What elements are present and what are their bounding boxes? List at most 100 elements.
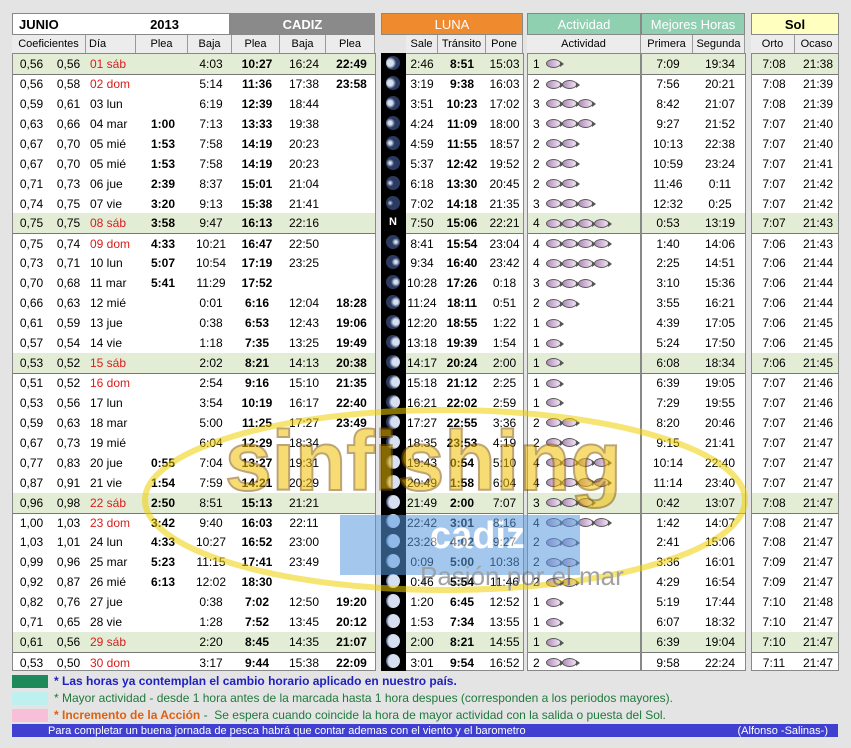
fish-icon xyxy=(546,218,564,228)
fish-icon xyxy=(594,258,612,268)
col-plea: Plea xyxy=(136,35,188,53)
tide-cell: 13:25 xyxy=(288,336,320,351)
activity-level: 3 xyxy=(533,116,540,131)
moon-time-cell: 12:42 xyxy=(446,156,478,171)
tide-cell xyxy=(137,293,189,313)
activity-row: 4 xyxy=(528,473,640,493)
tide-cell: 19:06 xyxy=(336,316,367,331)
tide-cell: 10 lun xyxy=(90,256,123,271)
moon-phase-icon xyxy=(386,614,400,629)
legend-line-2: * Mayor actividad - desde 1 hora antes d… xyxy=(12,690,838,706)
tide-cell: 1,01 xyxy=(56,535,81,550)
sun-time-row: 7:07 21:41 xyxy=(752,154,838,174)
activity-level: 2 xyxy=(533,296,540,311)
activity-level: 1 xyxy=(533,615,540,630)
sun-time-cell: 21:46 xyxy=(802,395,834,410)
tide-cell xyxy=(327,572,376,592)
tide-cell: 9:16 xyxy=(244,376,270,391)
best-hour-cell: 6:07 xyxy=(656,615,680,630)
tide-cell: 11:36 xyxy=(241,77,273,92)
fish-icons xyxy=(546,398,564,408)
moon-time-cell: 10:38 xyxy=(489,555,520,570)
fish-icons xyxy=(546,79,580,89)
fish-icon xyxy=(562,199,580,208)
tide-cell: 6:19 xyxy=(199,96,223,111)
tide-cell: 0,54 xyxy=(56,336,81,351)
tide-cell: 27 jue xyxy=(90,595,123,610)
activity-level: 1 xyxy=(533,336,540,351)
moon-time-row: 11:24 18:11 0:51 xyxy=(406,293,523,313)
best-hour-cell: 3:55 xyxy=(656,296,680,311)
best-hour-cell: 5:24 xyxy=(656,336,680,351)
moon-time-cell: 0:18 xyxy=(492,276,517,291)
fish-icon xyxy=(546,438,564,448)
fish-icons xyxy=(546,378,564,388)
best-hour-cell: 18:34 xyxy=(704,355,736,370)
tide-cell: 5:00 xyxy=(199,415,223,430)
sun-time-cell: 21:40 xyxy=(802,136,834,151)
luna-header: LUNA xyxy=(381,13,523,35)
fish-icon xyxy=(578,278,596,288)
moon-time-cell: 23:28 xyxy=(406,535,438,550)
moon-time-cell: 15:03 xyxy=(489,56,520,71)
moon-time-row: 16:21 22:02 2:59 xyxy=(406,393,523,413)
moon-phase-icon xyxy=(386,594,400,609)
tide-cell: 05 mié xyxy=(90,136,127,151)
tide-cell: 6:04 xyxy=(199,435,223,450)
sun-time-cell: 7:08 xyxy=(762,495,786,510)
fish-icon xyxy=(546,199,564,208)
best-hour-row: 0:42 13:07 xyxy=(642,492,745,513)
tide-cell: 3:20 xyxy=(150,196,176,211)
sun-time-cell: 21:45 xyxy=(802,336,834,351)
sun-time-cell: 7:07 xyxy=(762,156,786,171)
moon-time-cell: 1:58 xyxy=(449,475,475,490)
tide-cell: 0,70 xyxy=(56,136,81,151)
fish-icons xyxy=(546,159,580,169)
activity-row: 2 xyxy=(528,134,640,154)
tide-row: 0,66 0,63 12 mié 0:01 6:16 12:04 18:28 xyxy=(13,293,375,313)
sun-time-cell: 21:41 xyxy=(802,156,834,171)
best-hour-cell: 7:56 xyxy=(656,77,680,92)
tide-cell: 8:21 xyxy=(244,355,270,370)
tide-cell: 22:09 xyxy=(336,655,367,670)
fish-icon xyxy=(562,239,580,249)
moon-time-cell: 19:52 xyxy=(489,156,520,171)
tide-cell: 7:02 xyxy=(244,595,270,610)
tide-cell: 0,83 xyxy=(56,455,81,470)
tide-cell: 4:33 xyxy=(150,236,176,251)
sun-time-cell: 7:09 xyxy=(762,555,786,570)
tide-cell: 19 mié xyxy=(90,435,127,450)
best-hour-cell: 23:40 xyxy=(704,475,736,490)
tide-cell: 22:16 xyxy=(288,216,320,231)
fish-icons xyxy=(546,298,580,308)
best-hour-cell: 21:41 xyxy=(704,435,736,450)
fish-icons xyxy=(546,59,564,69)
tide-cell: 03 lun xyxy=(90,96,123,111)
tide-cell: 17:27 xyxy=(288,415,320,430)
tide-cell: 13:27 xyxy=(241,455,273,470)
tide-cell: 21:04 xyxy=(288,176,320,191)
tide-cell: 30 dom xyxy=(90,655,131,670)
sun-time-row: 7:06 21:44 xyxy=(752,273,838,293)
fish-icons xyxy=(546,99,596,109)
tide-row: 0,51 0,52 16 dom 2:54 9:16 15:10 21:35 xyxy=(13,372,375,393)
best-hour-cell: 13:07 xyxy=(704,495,736,510)
tide-cell xyxy=(327,532,376,552)
activity-row: 2 xyxy=(528,413,640,433)
best-hour-cell: 5:19 xyxy=(656,595,680,610)
moon-time-row: 7:02 14:18 21:35 xyxy=(406,194,523,214)
fish-icon xyxy=(546,179,564,189)
tide-cell: 0,56 xyxy=(56,635,81,650)
moon-time-row: 9:34 16:40 23:42 xyxy=(406,253,523,273)
sun-time-cell: 21:47 xyxy=(802,535,834,550)
tide-cell: 12:04 xyxy=(288,296,320,311)
best-hour-cell: 21:52 xyxy=(704,116,736,131)
activity-row: 1 xyxy=(528,393,640,413)
sun-time-cell: 7:06 xyxy=(762,296,786,311)
tide-cell: 0,73 xyxy=(19,256,44,271)
tide-cell: 10:27 xyxy=(195,535,227,550)
activity-row: 2 xyxy=(528,572,640,592)
tide-cell: 0,65 xyxy=(56,615,81,630)
moon-time-cell: 1:53 xyxy=(410,615,434,630)
activity-level: 4 xyxy=(533,216,540,231)
